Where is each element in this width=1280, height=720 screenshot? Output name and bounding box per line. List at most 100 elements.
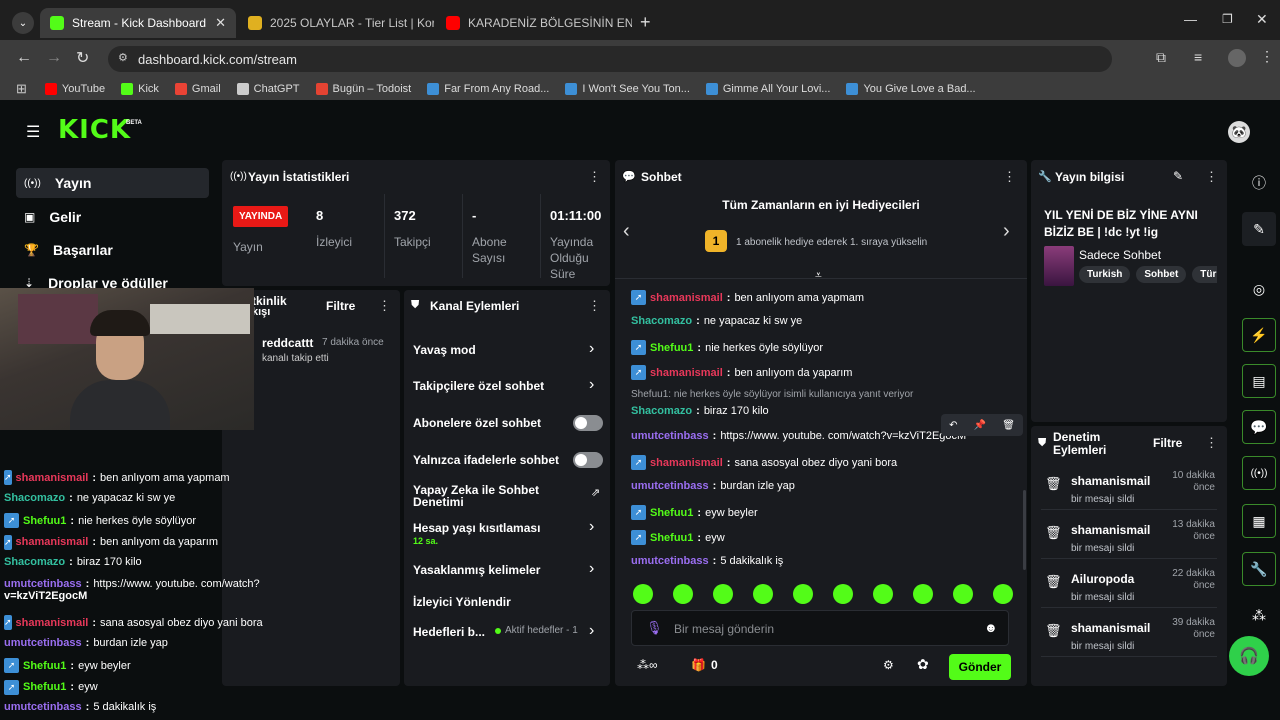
emote-icon[interactable] — [673, 584, 693, 604]
bookmark-item[interactable]: I Won't See You Ton... — [565, 83, 690, 95]
mod-user[interactable]: shamanismail — [1071, 523, 1150, 537]
chat-username[interactable]: umutcetinbass — [631, 430, 709, 442]
more-options-icon[interactable]: ⋮ — [588, 298, 601, 314]
chat-username[interactable]: shamanismail — [16, 617, 89, 629]
chat-username[interactable]: Shefuu1 — [23, 515, 66, 527]
chat-username[interactable]: Shacomazo — [4, 492, 65, 504]
filter-button[interactable]: Filtre — [1153, 436, 1182, 450]
wrench-icon[interactable]: 🔧 — [1242, 552, 1276, 586]
close-icon[interactable]: ✕ — [215, 15, 226, 31]
edit-pencil-icon[interactable]: ✎ — [1242, 212, 1276, 246]
hamburger-menu-icon[interactable]: ☰ — [26, 122, 40, 142]
reply-icon[interactable]: ↶ — [949, 420, 957, 431]
browser-menu-icon[interactable]: ⋮ — [1260, 48, 1274, 65]
maximize-button[interactable]: ❐ — [1222, 12, 1233, 26]
chat-username[interactable]: shamanismail — [650, 292, 723, 304]
mod-action-item[interactable]: 🗑 Ailuropoda 22 dakika önce bir mesajı sild… — [1041, 562, 1217, 608]
chevron-left-icon[interactable]: ‹ — [623, 220, 630, 243]
kick-logo[interactable]: KICK — [58, 115, 131, 145]
emote-icon[interactable] — [873, 584, 893, 604]
minimize-button[interactable]: — — [1184, 12, 1197, 27]
tab-tier-list[interactable]: 2025 OLAYLAR - Tier List | Kor S ✕ — [238, 8, 434, 38]
activity-user[interactable]: reddcattt — [262, 336, 313, 350]
sidebar-item-yayin[interactable]: ((•)) Yayın — [16, 168, 209, 198]
bookmark-item[interactable]: Far From Any Road... — [427, 83, 549, 95]
mod-action-item[interactable]: 🗑 shamanismail 39 dakika önce bir mesajı si… — [1041, 611, 1217, 657]
window-close-button[interactable]: ✕ — [1256, 11, 1268, 28]
chat-message[interactable]: ➚ shamanismail: ben anlıyom da yaparım — [4, 534, 218, 550]
stream-category[interactable]: Sadece Sohbet — [1079, 248, 1161, 262]
chat-username[interactable]: umutcetinbass — [631, 480, 709, 492]
chat-message[interactable]: ➚ Shefuu1: eyw beyler — [4, 658, 218, 673]
emote-icon[interactable] — [753, 584, 773, 604]
info-icon[interactable]: ⓘ — [1242, 166, 1276, 200]
bookmark-item[interactable]: ChatGPT — [236, 83, 300, 95]
bookmark-item[interactable]: Gimme All Your Lovi... — [705, 83, 830, 95]
chat-username[interactable]: shamanismail — [16, 472, 89, 484]
tab-kick-dashboard[interactable]: Stream - Kick Dashboard ✕ — [40, 8, 236, 38]
channel-action-item[interactable]: Yasaklanmış kelimeler › — [413, 560, 603, 588]
chat-message[interactable]: Shacomazo: ne yapacaz ki sw ye — [631, 315, 1011, 327]
chat-username[interactable]: Shacomazo — [631, 315, 692, 327]
category-thumbnail[interactable] — [1044, 246, 1074, 286]
chat-message[interactable]: umutcetinbass:5 dakikalık iş — [4, 701, 218, 713]
chat-message[interactable]: umutcetinbass: burdan izle yap — [4, 637, 218, 649]
document-icon[interactable]: ▤ — [1242, 364, 1276, 398]
emote-icon[interactable] — [713, 584, 733, 604]
mod-user[interactable]: Ailuropoda — [1071, 572, 1134, 586]
chat-message[interactable]: umutcetinbass: burdan izle yap — [631, 480, 1011, 492]
toggle-switch[interactable] — [573, 452, 603, 468]
channel-action-item[interactable]: Yavaş mod › — [413, 340, 603, 368]
tag-chip[interactable]: Türk — [1192, 266, 1217, 283]
emote-icon[interactable] — [953, 584, 973, 604]
filter-button[interactable]: Filtre — [326, 299, 355, 313]
send-button[interactable]: Gönder — [949, 654, 1011, 680]
chat-message[interactable]: ➚ shamanismail: ben anlıyom ama yapmam — [631, 290, 1011, 305]
emote-icon[interactable] — [913, 584, 933, 604]
tab-search-button[interactable]: ⌄ — [12, 12, 34, 34]
chat-message[interactable]: Shacomazo: ne yapacaz ki sw ye — [4, 492, 218, 504]
edit-pencil-icon[interactable]: ✎ — [1173, 169, 1183, 183]
chat-message[interactable]: ➚ shamanismail: ben anlıyom da yaparım — [631, 365, 1011, 380]
chat-username[interactable]: umutcetinbass — [631, 555, 709, 567]
chat-message[interactable]: ➚ Shefuu1: eyw beyler — [631, 505, 1011, 520]
emoji-icon[interactable]: ☻ — [984, 620, 998, 635]
bookmark-item[interactable]: You Give Love a Bad... — [846, 83, 976, 95]
chat-username[interactable]: Shacomazo — [4, 556, 65, 568]
chat-message[interactable]: umutcetinbass:5 dakikalık iş — [631, 555, 1011, 567]
lightning-icon[interactable]: ⚡ — [1242, 318, 1276, 352]
site-info-icon[interactable]: ⚙ — [118, 51, 128, 64]
microphone-icon[interactable]: 🎙 — [646, 620, 663, 636]
mod-user[interactable]: shamanismail — [1071, 621, 1150, 635]
channel-action-item[interactable]: Yapay Zeka ile Sohbet Denetimi ⇗ — [413, 484, 603, 510]
emote-icon[interactable] — [633, 584, 653, 604]
chat-message[interactable]: ➚ shamanismail: ben anlıyom ama yapmam — [4, 470, 230, 485]
channel-action-item[interactable]: İzleyici Yönlendir — [413, 594, 603, 620]
emote-icon[interactable] — [833, 584, 853, 604]
forward-button[interactable]: → — [46, 49, 62, 67]
channel-points-icon[interactable]: ⁂ — [1242, 598, 1276, 632]
chat-message[interactable]: ➚ Shefuu1: eyw — [4, 679, 218, 695]
chat-bubble-icon[interactable]: 💬 — [1242, 410, 1276, 444]
mod-action-item[interactable]: 🗑 shamanismail 13 dakika önce bir mesajı si… — [1041, 513, 1217, 559]
channel-action-item[interactable]: Abonelere özel sohbet — [413, 415, 603, 441]
tag-chip[interactable]: Turkish — [1079, 266, 1131, 283]
chat-username[interactable]: Shefuu1 — [650, 342, 693, 354]
chat-message[interactable]: ➚ Shefuu1: nie herkes öyle söylüyor — [4, 513, 218, 528]
channel-action-item[interactable]: Takipçilere özel sohbet › — [413, 376, 603, 404]
support-headset-icon[interactable]: 🎧 — [1229, 636, 1269, 676]
chat-message[interactable]: ➚ Shefuu1: eyw — [631, 530, 1011, 545]
more-options-icon[interactable]: ⋮ — [1003, 169, 1016, 185]
chat-username[interactable]: Shacomazo — [631, 405, 692, 417]
channel-action-item[interactable]: Hesap yaşı kısıtlaması 12 sa. › — [413, 518, 603, 546]
user-avatar[interactable]: 🐼 — [1228, 121, 1250, 143]
chat-username[interactable]: Shefuu1 — [23, 681, 66, 693]
bookmark-item[interactable]: YouTube — [44, 83, 105, 95]
tab-youtube[interactable]: KARADENİZ BÖLGESİNİN EN Ç ✕ — [436, 8, 632, 38]
emote-picker-icon[interactable]: ✿ — [917, 656, 929, 673]
channel-action-item[interactable]: Yalnızca ifadelerle sohbet — [413, 452, 603, 478]
more-options-icon[interactable]: ⋮ — [1205, 169, 1218, 185]
channel-points-icon[interactable]: ⁂∞ — [637, 658, 658, 672]
chat-username[interactable]: Shefuu1 — [650, 507, 693, 519]
gear-icon[interactable]: ⚙ — [883, 658, 894, 672]
